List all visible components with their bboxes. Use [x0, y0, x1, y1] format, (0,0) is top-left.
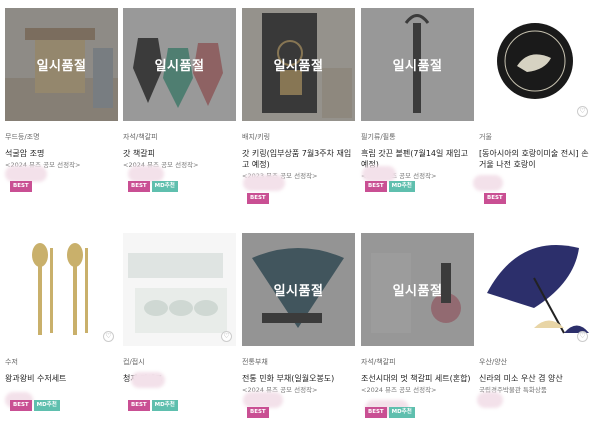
product-category: 우산/양산: [479, 358, 508, 366]
product-category: 자석/책갈피: [361, 358, 396, 366]
md-pick-badge: MD추천: [388, 407, 415, 418]
blurred-price: [131, 372, 165, 388]
product-category: 거울: [479, 133, 492, 141]
product-card[interactable]: 일시품절 전통부채 전통 민화 부채(일월오봉도) <2024 뮤즈 공모 선정…: [242, 233, 355, 395]
soldout-label: 일시품절: [392, 59, 443, 74]
badge-group: BEST MD추천: [128, 181, 178, 192]
product-name[interactable]: 석굴암 조명: [5, 148, 118, 159]
product-image[interactable]: 일시품절: [242, 8, 355, 121]
soldout-label: 일시품절: [36, 59, 87, 74]
product-category: 배지/키링: [242, 133, 271, 141]
md-pick-badge: MD추천: [33, 400, 60, 411]
product-category: 무드등/조명: [5, 133, 40, 141]
product-image[interactable]: 일시품절: [361, 8, 474, 121]
badge-group: BEST MD추천: [365, 181, 415, 192]
best-badge: BEST: [484, 193, 506, 204]
blurred-price: [243, 175, 285, 191]
product-card[interactable]: 일시품절 배지/키링 갓 키링(입부상품 7월3주차 재입고 예정) <2023…: [242, 8, 355, 181]
product-name[interactable]: [동아시아의 호랑이미술 전시] 손거울 나전 호랑이: [479, 148, 592, 170]
badge-group: BEST: [10, 181, 32, 192]
md-pick-badge: MD추천: [388, 181, 415, 192]
product-subtitle: <2024 뮤즈 공모 선정작>: [361, 386, 437, 394]
badge-group: BEST: [247, 193, 269, 204]
blurred-price: [477, 392, 503, 408]
heart-icon[interactable]: ♡: [577, 331, 588, 342]
umbrella-image: [479, 233, 592, 346]
soldout-label: 일시품절: [154, 59, 205, 74]
badge-group: BEST MD추천: [128, 400, 178, 411]
best-badge: BEST: [128, 400, 150, 411]
product-name[interactable]: 전통 민화 부채(일월오봉도): [242, 373, 355, 384]
product-card[interactable]: 일시품절 무드등/조명 석굴암 조명 <2024 뮤즈 공모 선정작>: [5, 8, 118, 170]
product-card[interactable]: ♡ 우산/양산 신라의 미소 우산 겸 양산 국립경주박물관 특화상품: [479, 233, 592, 395]
product-image[interactable]: ♡: [479, 8, 592, 121]
best-badge: BEST: [10, 181, 32, 192]
product-card[interactable]: 일시품절 자석/책갈피 조선시대의 멋 책갈피 세트(혼합) <2024 뮤즈 …: [361, 233, 474, 395]
product-category: 컵/접시: [123, 358, 145, 366]
badge-group: BEST MD추천: [365, 407, 415, 418]
heart-icon[interactable]: ♡: [577, 106, 588, 117]
badge-group: BEST MD추천: [10, 400, 60, 411]
badge-group: BEST: [484, 193, 506, 204]
product-category: 수저: [5, 358, 18, 366]
soldout-overlay: 일시품절: [123, 8, 236, 121]
heart-icon[interactable]: ♡: [103, 331, 114, 342]
product-image[interactable]: ♡: [5, 233, 118, 346]
product-image[interactable]: 일시품절: [5, 8, 118, 121]
heart-icon[interactable]: ♡: [221, 331, 232, 342]
best-badge: BEST: [247, 407, 269, 418]
product-name[interactable]: 갓 키링(입부상품 7월3주차 재입고 예정): [242, 148, 355, 170]
soldout-overlay: 일시품절: [5, 8, 118, 121]
product-name[interactable]: 조선시대의 멋 책갈피 세트(혼합): [361, 373, 474, 384]
soldout-label: 일시품절: [273, 59, 324, 74]
md-pick-badge: MD추천: [151, 181, 178, 192]
product-grid: 일시품절 무드등/조명 석굴암 조명 <2024 뮤즈 공모 선정작> BEST…: [0, 0, 600, 425]
product-category: 전통부채: [242, 358, 268, 366]
mirror-image: [479, 8, 592, 121]
cup-set-image: [123, 233, 236, 346]
soldout-label: 일시품절: [273, 284, 324, 299]
soldout-overlay: 일시품절: [242, 8, 355, 121]
product-card[interactable]: 일시품절 필기류/필통 흑립 갓끈 볼펜(7월14일 재입고 예정) <2024…: [361, 8, 474, 181]
spoon-set-image: [5, 233, 118, 346]
product-card[interactable]: ♡ 수저 왕과왕비 수저세트: [5, 233, 118, 395]
product-image[interactable]: 일시품절: [123, 8, 236, 121]
best-badge: BEST: [247, 193, 269, 204]
best-badge: BEST: [365, 181, 387, 192]
product-category: 자석/책갈피: [123, 133, 158, 141]
product-image[interactable]: 일시품절: [361, 233, 474, 346]
soldout-overlay: 일시품절: [242, 233, 355, 346]
product-image[interactable]: 일시품절: [242, 233, 355, 346]
best-badge: BEST: [10, 400, 32, 411]
product-card[interactable]: ♡ 거울 [동아시아의 호랑이미술 전시] 손거울 나전 호랑이: [479, 8, 592, 181]
md-pick-badge: MD추천: [151, 400, 178, 411]
blurred-price: [243, 392, 283, 408]
product-name[interactable]: 신라의 미소 우산 겸 양산: [479, 373, 592, 384]
blurred-price: [5, 166, 47, 182]
badge-group: BEST: [247, 407, 269, 418]
soldout-overlay: 일시품절: [361, 233, 474, 346]
soldout-overlay: 일시품절: [361, 8, 474, 121]
blurred-price: [473, 175, 503, 191]
best-badge: BEST: [128, 181, 150, 192]
blurred-price: [128, 166, 164, 182]
product-card[interactable]: 일시품절 자석/책갈피 갓 책갈피 <2024 뮤즈 공모 선정작>: [123, 8, 236, 170]
best-badge: BEST: [365, 407, 387, 418]
product-category: 필기류/필통: [361, 133, 396, 141]
product-image[interactable]: ♡: [479, 233, 592, 346]
product-card[interactable]: ♡ 컵/접시 청자 잔세트: [123, 233, 236, 395]
product-name[interactable]: 왕과왕비 수저세트: [5, 373, 118, 384]
product-image[interactable]: ♡: [123, 233, 236, 346]
soldout-label: 일시품절: [392, 284, 443, 299]
blurred-price: [362, 166, 396, 182]
product-name[interactable]: 갓 책갈피: [123, 148, 236, 159]
